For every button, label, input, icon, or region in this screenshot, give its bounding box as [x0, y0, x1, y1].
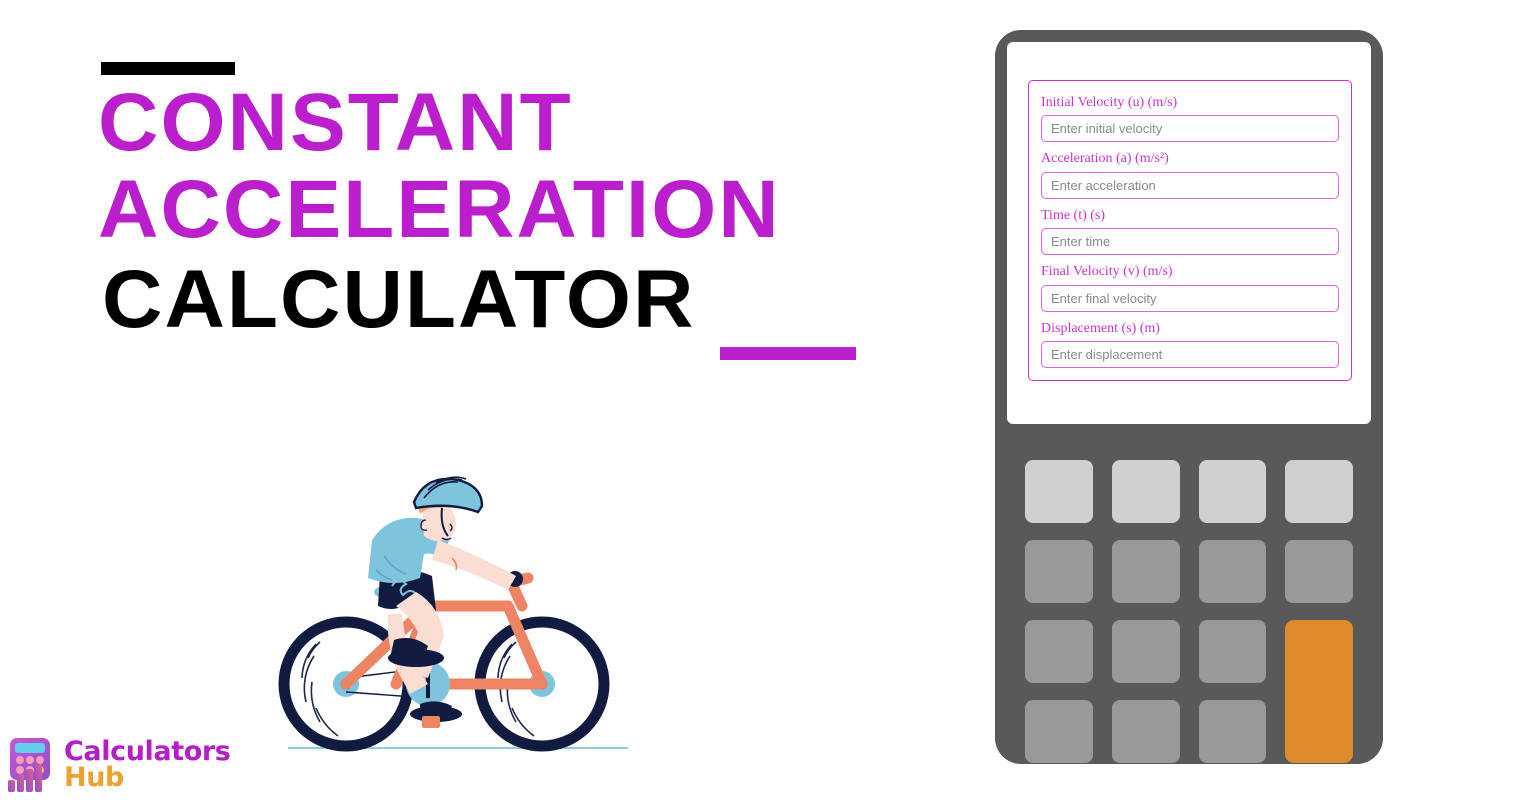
keypad-key-2[interactable]: [1111, 460, 1180, 523]
field-label-displacement: Displacement (s) (m): [1041, 320, 1160, 336]
title-line-3: Calculator: [102, 253, 696, 345]
input-displacement[interactable]: [1041, 340, 1339, 368]
keypad-key-3[interactable]: [1198, 460, 1267, 523]
keypad-key-6[interactable]: [1111, 540, 1180, 603]
field-label-acceleration: Acceleration (a) (m/s²): [1041, 151, 1169, 167]
brand-logo[interactable]: Calculators Hub: [6, 736, 231, 794]
input-time[interactable]: [1041, 228, 1339, 256]
field-final-velocity: Final Velocity (v) (m/s): [1041, 264, 1339, 312]
keypad-key-4[interactable]: [1285, 460, 1353, 523]
field-label-final-velocity: Final Velocity (v) (m/s): [1041, 264, 1173, 280]
field-acceleration: Acceleration (a) (m/s²): [1041, 151, 1339, 199]
page-title: Constant Acceleration Calculator: [98, 62, 898, 361]
input-initial-velocity[interactable]: [1041, 115, 1339, 143]
input-final-velocity[interactable]: [1041, 284, 1339, 312]
field-displacement: Displacement (s) (m): [1041, 321, 1339, 368]
brand-name-part-2: Hub: [64, 762, 124, 793]
title-rule-bottom: [720, 347, 856, 361]
keypad-key-8[interactable]: [1285, 540, 1353, 603]
field-label-initial-velocity: Initial Velocity (u) (m/s): [1041, 95, 1178, 110]
keypad-key-13[interactable]: [1111, 700, 1180, 763]
title-line-2: Acceleration: [98, 164, 781, 256]
calculator-keypad: [1025, 460, 1353, 763]
page-root: Constant Acceleration Calculator: [0, 0, 1520, 800]
keypad-key-7[interactable]: [1198, 540, 1267, 603]
field-label-time: Time (t) (s): [1041, 207, 1106, 223]
brand-name: Calculators Hub: [64, 738, 231, 793]
calculator-device: Initial Velocity (u) (m/s) Acceleration (…: [995, 30, 1383, 764]
calculator-form-card: Initial Velocity (u) (m/s) Acceleration (…: [1028, 80, 1352, 381]
calculator-bars-logo-icon: [6, 736, 58, 794]
keypad-key-12[interactable]: [1025, 700, 1093, 763]
keypad-key-1[interactable]: [1025, 460, 1093, 523]
title-rule-top: [101, 62, 235, 75]
title-line-1: Constant: [98, 77, 573, 168]
keypad-key-9[interactable]: [1025, 620, 1093, 683]
keypad-key-10[interactable]: [1111, 620, 1180, 683]
cyclist-illustration: [276, 446, 644, 766]
field-initial-velocity: Initial Velocity (u) (m/s): [1041, 95, 1339, 143]
input-acceleration[interactable]: [1041, 171, 1339, 199]
keypad-key-5[interactable]: [1025, 540, 1093, 603]
field-time: Time (t) (s): [1041, 207, 1339, 256]
keypad-key-11[interactable]: [1198, 620, 1267, 683]
calculator-screen: Initial Velocity (u) (m/s) Acceleration (…: [1007, 42, 1371, 424]
keypad-key-accent[interactable]: [1285, 620, 1353, 763]
keypad-key-14[interactable]: [1198, 700, 1267, 763]
